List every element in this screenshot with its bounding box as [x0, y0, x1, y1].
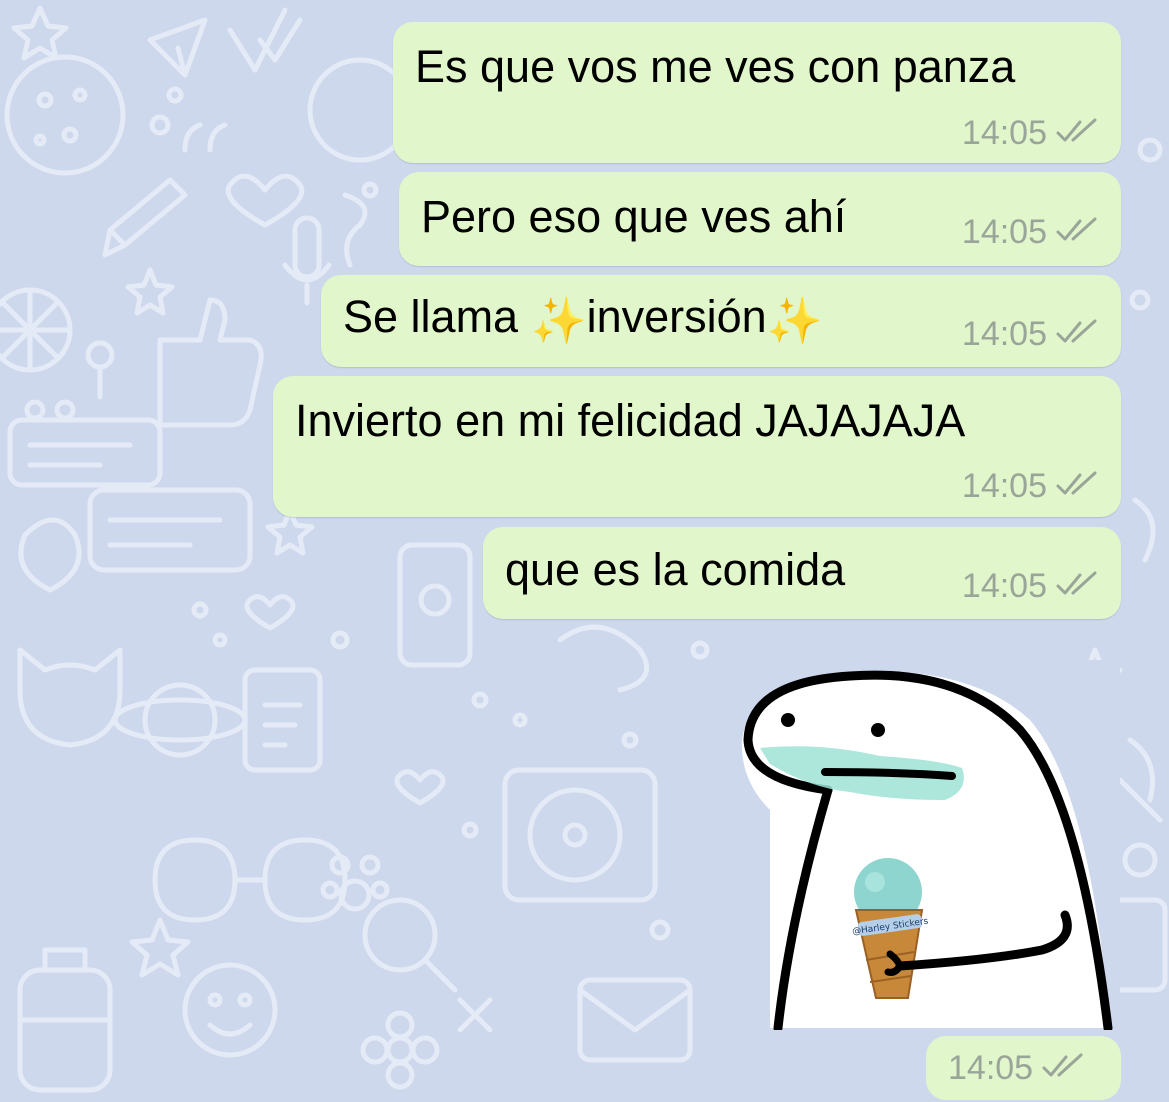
message-bubble-5[interactable]: que es la comida 14:05 — [483, 527, 1121, 619]
message-bubble-3[interactable]: Se llama ✨inversión✨ 14:05 — [321, 275, 1121, 367]
message-meta-1: 14:05 — [962, 116, 1101, 150]
message-meta-3: 14:05 — [962, 317, 1101, 351]
message-text-5: que es la comida — [505, 544, 846, 595]
message-text-3: Se llama ✨inversión✨ — [343, 294, 823, 343]
sticker-meta: 14:05 — [948, 1051, 1087, 1085]
read-double-check-icon — [1055, 319, 1101, 350]
read-double-check-icon — [1055, 118, 1101, 149]
message-bubble-1[interactable]: Es que vos me ves con panza 14:05 — [393, 22, 1121, 163]
read-double-check-icon — [1055, 571, 1101, 602]
message-text-2: Pero eso que ves ahí — [421, 191, 847, 242]
message-text-4: Invierto en mi felicidad JAJAJAJA — [295, 395, 966, 446]
sticker-time: 14:05 — [948, 1049, 1034, 1087]
read-double-check-icon — [1041, 1053, 1087, 1084]
sticker-message[interactable]: @Harley Stickers — [730, 660, 1120, 1033]
message-time-3: 14:05 — [961, 315, 1047, 353]
message-meta-2: 14:05 — [962, 215, 1101, 249]
message-text-3-part-1: Se llama — [343, 291, 531, 342]
message-time-2: 14:05 — [961, 213, 1047, 251]
flork-ice-cream-sticker: @Harley Stickers — [741, 670, 1113, 1033]
sticker-time-pill: 14:05 — [926, 1036, 1121, 1100]
message-time-4: 14:05 — [961, 467, 1047, 505]
message-text-1: Es que vos me ves con panza — [415, 41, 1016, 92]
message-meta-4: 14:05 — [962, 469, 1101, 503]
message-text-3-part-2: inversión — [586, 291, 767, 342]
message-meta-5: 14:05 — [962, 569, 1101, 603]
read-double-check-icon — [1055, 217, 1101, 248]
read-double-check-icon — [1055, 471, 1101, 502]
sparkles-icon: ✨ — [530, 295, 587, 346]
message-time-1: 14:05 — [961, 114, 1047, 152]
message-bubble-4[interactable]: Invierto en mi felicidad JAJAJAJA 14:05 — [273, 376, 1121, 517]
sparkles-icon: ✨ — [766, 295, 823, 346]
message-time-5: 14:05 — [961, 567, 1047, 605]
message-bubble-2[interactable]: Pero eso que ves ahí 14:05 — [399, 172, 1121, 266]
